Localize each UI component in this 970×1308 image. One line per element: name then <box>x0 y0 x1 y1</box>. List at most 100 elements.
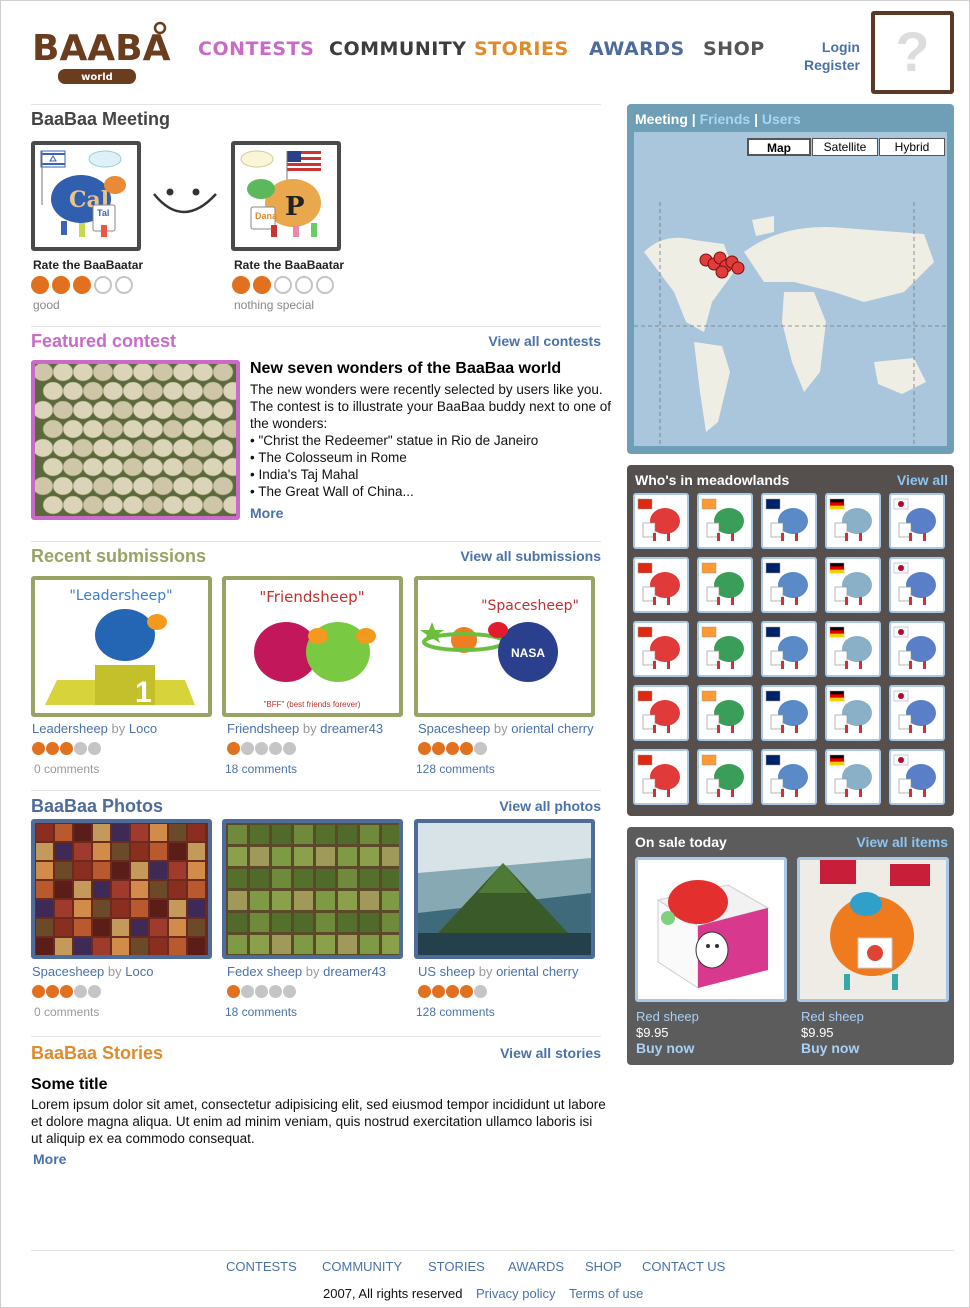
flower-rating-icon[interactable] <box>32 742 45 755</box>
flower-rating-icon[interactable] <box>474 985 487 998</box>
flower-rating-icon[interactable] <box>432 742 445 755</box>
member-avatar[interactable] <box>697 493 753 549</box>
sheep-rating-icon[interactable] <box>253 276 271 294</box>
member-avatar[interactable] <box>889 685 945 741</box>
flower-rating-icon[interactable] <box>46 985 59 998</box>
author-link[interactable]: Loco <box>129 721 157 736</box>
footer-nav-contact[interactable]: CONTACT US <box>642 1259 725 1274</box>
flower-rating-icon[interactable] <box>269 985 282 998</box>
member-avatar[interactable] <box>633 557 689 613</box>
flower-rating-icon[interactable] <box>283 742 296 755</box>
flower-rating[interactable] <box>227 985 296 998</box>
flower-rating-icon[interactable] <box>255 985 268 998</box>
sale-item-1-name[interactable]: Red sheep <box>636 1009 699 1024</box>
footer-nav-stories[interactable]: STORIES <box>428 1259 485 1274</box>
buy-now-button[interactable]: Buy now <box>636 1040 694 1056</box>
submission-link[interactable]: Friendsheep <box>227 721 299 736</box>
member-avatar[interactable] <box>825 621 881 677</box>
sale-view-all-link[interactable]: View all items <box>856 834 948 850</box>
map-type-satellite[interactable]: Satellite <box>812 138 878 156</box>
member-avatar[interactable] <box>761 749 817 805</box>
comments-count[interactable]: 128 comments <box>416 762 495 776</box>
member-avatar[interactable] <box>697 557 753 613</box>
story-more-link[interactable]: More <box>33 1151 606 1167</box>
flower-rating-icon[interactable] <box>255 742 268 755</box>
view-all-contests-link[interactable]: View all contests <box>488 333 601 349</box>
author-link[interactable]: dreamer43 <box>323 964 386 979</box>
flower-rating[interactable] <box>32 985 101 998</box>
meeting-avatar-left[interactable]: Cal Tal <box>31 141 141 251</box>
flower-rating-icon[interactable] <box>269 742 282 755</box>
featured-more-link[interactable]: More <box>250 505 620 521</box>
register-link[interactable]: Register <box>804 56 860 74</box>
submission-link[interactable]: Leadersheep <box>32 721 108 736</box>
flower-rating-icon[interactable] <box>241 742 254 755</box>
map-pin-icon[interactable] <box>715 265 729 279</box>
flower-rating-icon[interactable] <box>446 742 459 755</box>
tab-meeting[interactable]: Meeting <box>635 111 688 127</box>
flower-rating-icon[interactable] <box>32 985 45 998</box>
submission-link[interactable]: Spacesheep <box>418 721 490 736</box>
sheep-rating-icon[interactable] <box>295 276 313 294</box>
flower-rating-icon[interactable] <box>418 742 431 755</box>
flower-rating-icon[interactable] <box>227 985 240 998</box>
photo-thumb-rugs[interactable] <box>31 819 212 959</box>
view-all-photos-link[interactable]: View all photos <box>499 798 601 814</box>
nav-awards[interactable]: AWARDS <box>589 38 685 60</box>
flower-rating-icon[interactable] <box>46 742 59 755</box>
sheep-rating-icon[interactable] <box>232 276 250 294</box>
sheep-rating-icon[interactable] <box>94 276 112 294</box>
view-all-stories-link[interactable]: View all stories <box>500 1045 601 1061</box>
footer-nav-awards[interactable]: AWARDS <box>508 1259 564 1274</box>
photo-link[interactable]: Spacesheep <box>32 964 104 979</box>
sale-item-2-image[interactable] <box>797 857 949 1002</box>
member-avatar[interactable] <box>825 749 881 805</box>
buy-now-button[interactable]: Buy now <box>801 1040 859 1056</box>
member-avatar[interactable] <box>825 685 881 741</box>
photo-thumb-volcano[interactable] <box>414 819 595 959</box>
comments-count[interactable]: 0 comments <box>34 762 99 776</box>
member-avatar[interactable] <box>633 621 689 677</box>
map-type-map[interactable]: Map <box>747 138 811 156</box>
member-avatar[interactable] <box>889 493 945 549</box>
member-avatar[interactable] <box>761 493 817 549</box>
submission-thumb-2[interactable]: "Friendsheep" "BFF" (best friends foreve… <box>222 576 403 717</box>
tab-friends[interactable]: Friends <box>700 111 751 127</box>
sale-item-2-name[interactable]: Red sheep <box>801 1009 864 1024</box>
photo-link[interactable]: US sheep <box>418 964 475 979</box>
photo-thumb-fields[interactable] <box>222 819 403 959</box>
meeting-avatar-right[interactable]: P Dana <box>231 141 341 251</box>
flower-rating-icon[interactable] <box>446 985 459 998</box>
user-avatar-placeholder[interactable]: ? <box>871 11 954 94</box>
sheep-rating-icon[interactable] <box>316 276 334 294</box>
member-avatar[interactable] <box>761 557 817 613</box>
member-avatar[interactable] <box>697 621 753 677</box>
login-link[interactable]: Login <box>804 38 860 56</box>
flower-rating-icon[interactable] <box>241 985 254 998</box>
submission-thumb-3[interactable]: "Spacesheep" NASA <box>414 576 595 717</box>
flower-rating-icon[interactable] <box>60 985 73 998</box>
flower-rating-icon[interactable] <box>88 742 101 755</box>
featured-contest-image[interactable] <box>31 360 240 520</box>
flower-rating-icon[interactable] <box>418 985 431 998</box>
comments-count[interactable]: 18 comments <box>225 762 297 776</box>
flower-rating-icon[interactable] <box>460 985 473 998</box>
sheep-rating-icon[interactable] <box>274 276 292 294</box>
footer-nav-contests[interactable]: CONTESTS <box>226 1259 297 1274</box>
flower-rating[interactable] <box>418 985 487 998</box>
sale-item-1-image[interactable] <box>635 857 787 1002</box>
map-type-hybrid[interactable]: Hybrid <box>879 138 945 156</box>
baabaa-logo[interactable]: BAABAA world <box>30 18 198 88</box>
privacy-link[interactable]: Privacy policy <box>476 1286 555 1301</box>
member-avatar[interactable] <box>697 685 753 741</box>
member-avatar[interactable] <box>633 749 689 805</box>
sheep-rating-left[interactable] <box>31 276 133 294</box>
sheep-rating-icon[interactable] <box>52 276 70 294</box>
tab-users[interactable]: Users <box>762 111 801 127</box>
submission-thumb-1[interactable]: "Leadersheep" 1 <box>31 576 212 717</box>
footer-nav-community[interactable]: COMMUNITY <box>322 1259 402 1274</box>
flower-rating[interactable] <box>227 742 296 755</box>
member-avatar[interactable] <box>889 621 945 677</box>
member-avatar[interactable] <box>697 749 753 805</box>
comments-count[interactable]: 18 comments <box>225 1005 297 1019</box>
